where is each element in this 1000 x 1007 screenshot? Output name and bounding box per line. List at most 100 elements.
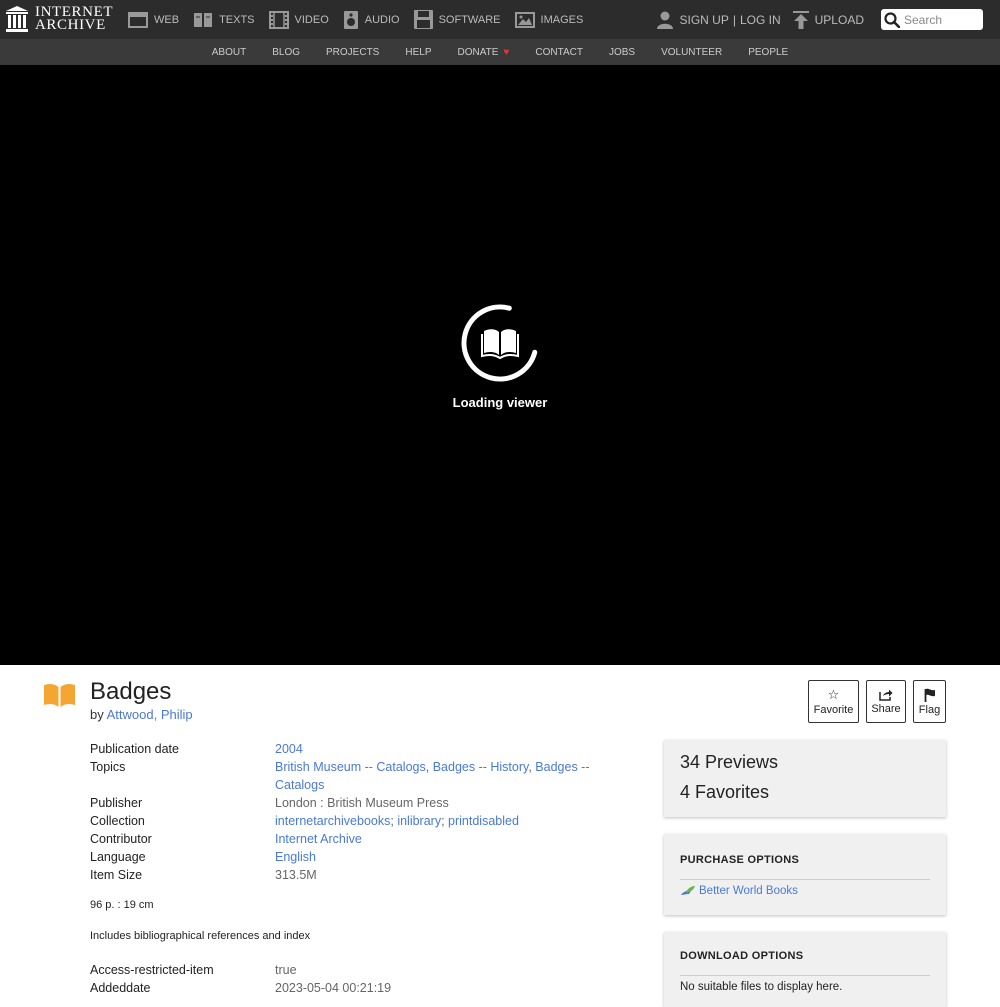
panel-divider <box>680 975 930 976</box>
topic-link[interactable]: British Museum -- Catalogs <box>275 760 426 774</box>
metadata-row: Collection internetarchivebooks; inlibra… <box>90 812 610 830</box>
metadata-row: Topics British Museum -- Catalogs, Badge… <box>90 758 610 794</box>
metadata-value: true <box>275 963 297 977</box>
loading-viewer-text: Loading viewer <box>452 395 548 410</box>
nav-software[interactable]: SOFTWARE <box>413 10 501 29</box>
nav-audio[interactable]: AUDIO <box>343 10 400 29</box>
better-world-books-icon <box>681 886 695 895</box>
metadata-value: Internet Archive <box>275 830 610 848</box>
user-icon <box>657 11 674 29</box>
upload-icon <box>792 10 809 29</box>
metadata-value: 2004 <box>275 740 610 758</box>
metadata-value: British Museum -- Catalogs, Badges -- Hi… <box>275 760 590 792</box>
login-link[interactable]: LOG IN <box>740 13 781 27</box>
book-viewer[interactable]: Loading viewer <box>0 65 1000 665</box>
subnav-about[interactable]: ABOUT <box>212 47 246 58</box>
purchase-options-heading: PURCHASE OPTIONS <box>680 854 800 866</box>
collection-link[interactable]: inlibrary <box>397 814 441 828</box>
by-prefix: by <box>90 707 104 722</box>
user-area: SIGN UP | LOG IN UPLOAD <box>645 0 864 39</box>
collection-link[interactable]: internetarchivebooks <box>275 814 390 828</box>
topic-link[interactable]: Badges -- History <box>433 760 529 774</box>
metadata-value: 2023-05-04 00:21:19 <box>275 981 392 995</box>
collection-link[interactable]: printdisabled <box>448 814 519 828</box>
logo-text: INTERNET ARCHIVE <box>35 4 114 33</box>
subnav-contact[interactable]: CONTACT <box>535 47 583 58</box>
metadata-label: Contributor <box>90 832 152 846</box>
subnav-jobs[interactable]: JOBS <box>609 47 635 58</box>
metadata-row: Publication date 2004 <box>90 740 610 758</box>
metadata-row: Language English <box>90 848 610 866</box>
metadata-label: Publication date <box>90 742 179 756</box>
subnav-donate[interactable]: DONATE ♥ <box>457 47 509 58</box>
item-title: Badges <box>90 678 172 705</box>
images-icon <box>514 11 535 28</box>
metadata-row: Addeddate 2023-05-04 00:21:19 <box>90 979 610 997</box>
nav-video[interactable]: VIDEO <box>268 10 329 29</box>
secondary-navigation: ABOUT BLOG PROJECTS HELP DONATE ♥ CONTAC… <box>0 39 1000 65</box>
metadata-label: Topics <box>90 760 126 774</box>
download-options-heading: DOWNLOAD OPTIONS <box>680 950 804 962</box>
audio-icon <box>343 10 358 29</box>
previews-count: 34 Previews <box>680 752 779 772</box>
panel-divider <box>680 879 930 880</box>
download-options-message: No suitable files to display here. <box>680 981 843 993</box>
video-icon <box>268 10 289 29</box>
author-link[interactable]: Attwood, Philip <box>107 707 193 722</box>
metadata-label: Access-restricted-item <box>90 963 214 977</box>
nav-texts[interactable]: TEXTS <box>193 12 255 28</box>
metadata-row: Publisher London : British Museum Press <box>90 794 610 812</box>
metadata-label: Addeddate <box>90 981 151 995</box>
download-options-panel: DOWNLOAD OPTIONS No suitable files to di… <box>664 932 946 1007</box>
item-metadata: Publication date 2004 Topics British Mus… <box>90 740 610 884</box>
search-input[interactable] <box>904 12 982 27</box>
metadata-row: Item Size 313.5M <box>90 866 610 884</box>
stats-panel: 34 Previews 4 Favorites <box>664 740 946 817</box>
metadata-row: Access-restricted-item true <box>90 961 610 979</box>
search-icon <box>884 11 900 28</box>
subnav-projects[interactable]: PROJECTS <box>326 47 379 58</box>
star-icon: ☆ <box>827 686 840 702</box>
subnav-help[interactable]: HELP <box>405 47 431 58</box>
metadata-label: Collection <box>90 814 145 828</box>
web-icon <box>128 11 148 28</box>
software-icon <box>413 10 433 29</box>
texts-icon <box>194 12 213 27</box>
nav-web[interactable]: WEB <box>128 11 179 28</box>
subnav-donate-label: DONATE <box>457 46 499 58</box>
favorites-count: 4 Favorites <box>680 782 770 802</box>
metadata-label: Language <box>90 850 146 864</box>
item-description-notes: Includes bibliographical references and … <box>90 930 311 942</box>
item-byline: by Attwood, Philip <box>90 707 193 722</box>
metadata-row: Contributor Internet Archive <box>90 830 610 848</box>
heart-icon: ♥ <box>503 46 510 58</box>
loading-spinner-icon <box>461 304 538 382</box>
better-world-books-link[interactable]: Better World Books <box>680 885 930 897</box>
metadata-value: internetarchivebooks; inlibrary; printdi… <box>275 814 519 828</box>
item-description-extent: 96 p. : 19 cm <box>90 899 154 911</box>
upload-button[interactable]: UPLOAD <box>792 10 864 29</box>
texts-item-icon <box>44 683 75 707</box>
metadata-label: Publisher <box>90 796 143 810</box>
subnav-people[interactable]: PEOPLE <box>748 47 788 58</box>
metadata-label: Item Size <box>90 868 143 882</box>
share-button[interactable]: Share <box>866 680 906 723</box>
signup-link[interactable]: SIGN UP <box>679 13 728 27</box>
nav-images[interactable]: IMAGES <box>514 11 583 28</box>
top-navigation-bar: INTERNET ARCHIVE WEB TEXTS VIDEO AUDIO S… <box>0 0 1000 39</box>
metadata-value: London : British Museum Press <box>275 796 449 810</box>
search-box <box>881 9 983 30</box>
subnav-blog[interactable]: BLOG <box>272 47 300 58</box>
favorite-button[interactable]: ☆ Favorite <box>808 680 859 723</box>
publication-date-link[interactable]: 2004 <box>275 742 303 756</box>
item-metadata-extra: Access-restricted-item true Addeddate 20… <box>90 961 610 997</box>
flag-button[interactable]: Flag <box>913 680 946 723</box>
contributor-link[interactable]: Internet Archive <box>275 832 362 846</box>
share-icon <box>879 689 893 701</box>
media-navigation: WEB TEXTS VIDEO AUDIO SOFTWARE IMAGES <box>128 0 597 39</box>
auth-separator: | <box>732 12 736 27</box>
subnav-volunteer[interactable]: VOLUNTEER <box>661 47 722 58</box>
internet-archive-logo[interactable]: INTERNET ARCHIVE <box>6 4 113 34</box>
item-actions: ☆ Favorite Share Flag <box>808 680 953 723</box>
language-link[interactable]: English <box>275 850 316 864</box>
